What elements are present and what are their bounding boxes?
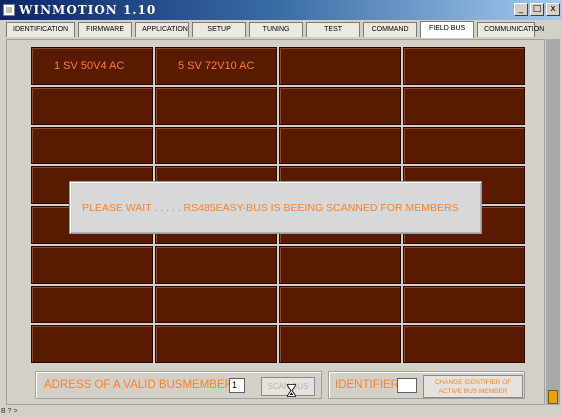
bus-member-cell[interactable] [155, 86, 277, 125]
window-title: WINMOTION 1.10 [19, 3, 157, 17]
bus-member-cell[interactable] [279, 86, 401, 125]
maximize-button[interactable]: □ [530, 3, 544, 16]
tab-application[interactable]: APPLICATION [135, 22, 190, 37]
bus-member-cell[interactable]: 1 SV 50V4 AC [31, 47, 153, 85]
address-label: ADRESS OF A VALID BUSMEMBER [44, 379, 233, 391]
close-button[interactable]: x [546, 3, 560, 16]
title-bar[interactable]: WINMOTION 1.10 _ □ x [0, 0, 562, 20]
tab-command[interactable]: COMMAND [363, 22, 418, 37]
scan-progress-dialog: PLEASE WAIT . . . . . RS485EASY-BUS IS B… [69, 181, 482, 234]
bus-member-cell[interactable] [31, 285, 153, 324]
identifier-input[interactable] [397, 378, 417, 393]
status-text: B ? > [1, 408, 18, 415]
bus-member-cell[interactable] [403, 86, 525, 125]
bus-member-cell[interactable] [155, 285, 277, 324]
tab-bar: IDENTIFICATION FIRMWARE APPLICATION SETU… [2, 21, 560, 39]
bus-member-cell[interactable] [31, 325, 153, 363]
bus-member-cell[interactable]: 5 SV 72V10 AC [155, 47, 277, 85]
bus-member-cell[interactable] [403, 47, 525, 85]
bus-member-cell[interactable] [279, 285, 401, 324]
address-group: ADRESS OF A VALID BUSMEMBER 1 SCAN BUS [35, 371, 322, 399]
bus-member-cell[interactable] [155, 126, 277, 165]
bus-member-cell[interactable] [279, 325, 401, 363]
bus-member-cell[interactable] [403, 325, 525, 363]
window-controls: _ □ x [514, 3, 560, 16]
bus-member-cell[interactable] [155, 325, 277, 363]
app-window: WINMOTION 1.10 _ □ x IDENTIFICATION FIRM… [0, 0, 562, 417]
tab-tuning[interactable]: TUNING [249, 22, 304, 37]
change-identifier-button[interactable]: CHANGE IDENTIFIER OF ACTIVE BUS MEMBER [423, 375, 523, 398]
minimize-button[interactable]: _ [514, 3, 528, 16]
tab-firmware[interactable]: FIRMWARE [78, 22, 133, 37]
tab-identification[interactable]: IDENTIFICATION [6, 22, 76, 37]
bus-member-cell[interactable] [403, 245, 525, 284]
tab-field-bus[interactable]: FIELD BUS [420, 21, 475, 38]
app-icon [3, 4, 15, 16]
side-strip [546, 39, 560, 405]
bus-member-cell[interactable] [279, 245, 401, 284]
dialog-message: PLEASE WAIT . . . . . RS485EASY-BUS IS B… [82, 202, 459, 214]
side-tab-handle[interactable] [548, 390, 558, 404]
bus-member-cell[interactable] [31, 86, 153, 125]
bottom-controls: ADRESS OF A VALID BUSMEMBER 1 SCAN BUS I… [31, 369, 527, 401]
bus-member-cell[interactable] [403, 285, 525, 324]
tab-communication[interactable]: COMMUNICATION [477, 22, 544, 37]
bus-member-cell[interactable] [31, 126, 153, 165]
bus-member-cell[interactable] [403, 126, 525, 165]
bus-member-cell[interactable] [279, 47, 401, 85]
bus-member-cell[interactable] [279, 126, 401, 165]
tab-test[interactable]: TEST [306, 22, 361, 37]
address-input[interactable]: 1 [229, 378, 245, 393]
identifier-label: IDENTIFIER [335, 379, 399, 391]
identifier-group: IDENTIFIER CHANGE IDENTIFIER OF ACTIVE B… [328, 371, 525, 399]
bus-member-cell[interactable] [155, 245, 277, 284]
bus-member-cell[interactable] [31, 245, 153, 284]
tab-setup[interactable]: SETUP [192, 22, 247, 37]
hourglass-icon [287, 384, 296, 397]
